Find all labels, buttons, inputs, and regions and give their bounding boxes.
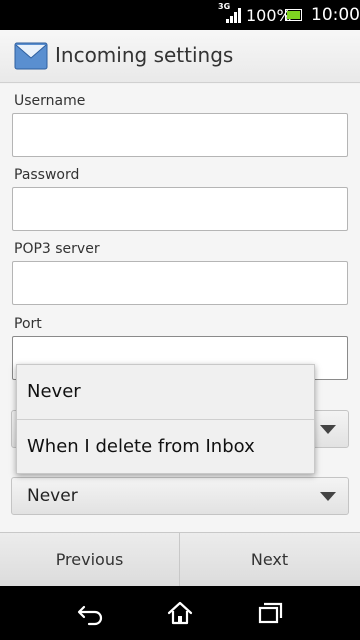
recent-apps-icon[interactable]	[255, 598, 285, 628]
username-field[interactable]	[12, 113, 348, 157]
chevron-down-icon	[320, 492, 336, 501]
password-label: Password	[14, 167, 80, 183]
home-icon[interactable]	[165, 598, 195, 628]
action-bar: Incoming settings	[0, 30, 360, 83]
next-button[interactable]: Next	[180, 533, 359, 587]
option-never[interactable]: Never	[17, 365, 314, 419]
chevron-down-icon	[320, 425, 336, 434]
pop3-server-field[interactable]	[12, 261, 348, 305]
delete-from-server-value: Never	[27, 486, 78, 506]
back-icon[interactable]	[75, 598, 105, 628]
delete-from-server-spinner[interactable]: Never	[11, 477, 349, 515]
bottom-button-bar: Previous Next	[0, 532, 360, 587]
option-label: When I delete from Inbox	[27, 436, 255, 457]
option-when-delete-from-inbox[interactable]: When I delete from Inbox	[17, 420, 314, 474]
battery-icon	[285, 9, 302, 21]
signal-icon	[226, 8, 241, 23]
mail-icon[interactable]	[14, 42, 48, 70]
option-label: Never	[27, 381, 81, 402]
clock: 10:00	[311, 5, 360, 25]
password-field[interactable]	[12, 187, 348, 231]
status-bar: 3G 100% 10:00	[0, 0, 360, 30]
navigation-bar	[0, 586, 360, 640]
pop3-server-label: POP3 server	[14, 241, 100, 257]
dropdown-popup: Never When I delete from Inbox	[16, 364, 315, 474]
port-label: Port	[14, 316, 42, 332]
username-label: Username	[14, 93, 86, 109]
previous-button[interactable]: Previous	[0, 533, 179, 587]
page-title: Incoming settings	[55, 43, 234, 67]
